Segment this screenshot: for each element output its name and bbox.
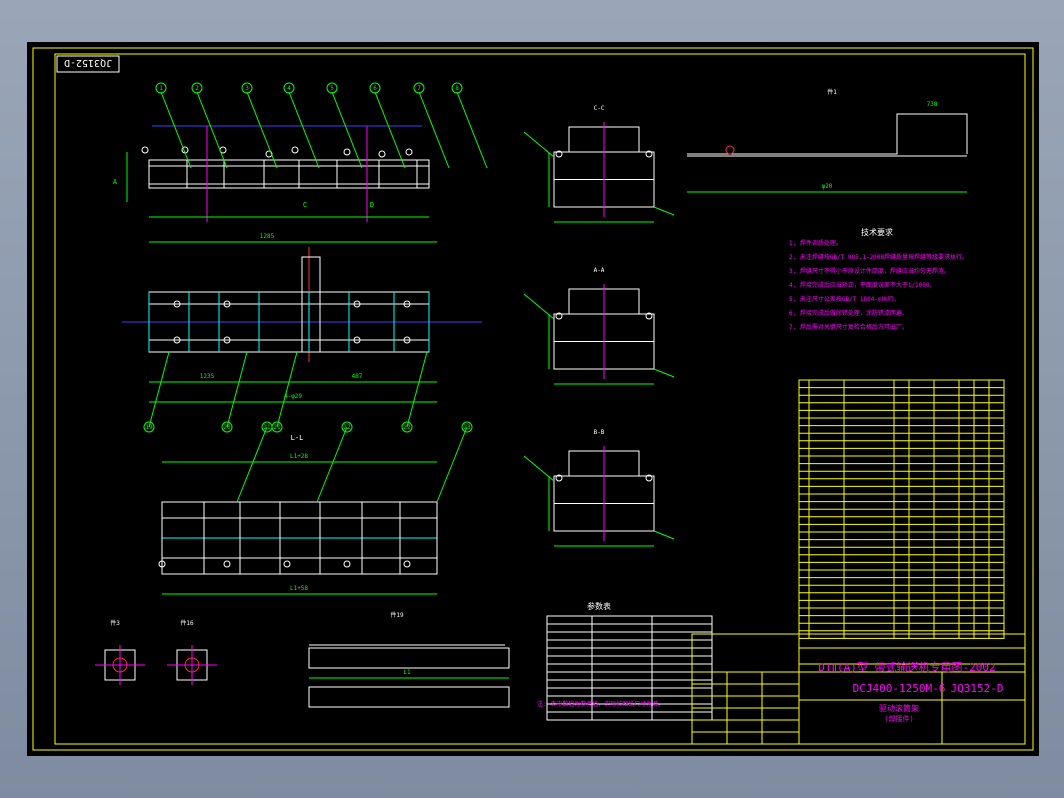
view-label: 件19 (390, 611, 404, 619)
part-number: 5 (330, 85, 334, 92)
part-number: 8 (455, 85, 459, 92)
code-stamp: JQ3152-D (64, 57, 112, 68)
dim-label: 738 (927, 101, 938, 108)
tech-req-block: 1. 焊件调质处理。 2. 未注焊缝按GB/T 985.1-2008焊缝质量按焊缝… (789, 239, 968, 331)
view-label: B-B (594, 429, 605, 436)
hole (725, 145, 735, 155)
dim-label: 1285 (260, 233, 275, 240)
part-sub: (焊接件) (884, 714, 913, 723)
leader-line (523, 131, 555, 158)
bar-detail (308, 647, 510, 669)
view-label: 件3 (110, 619, 120, 627)
leader-line (236, 426, 268, 503)
small-table-title: 参数表 (587, 601, 611, 611)
tech-req-line: 7. 焊后需对关键尺寸复检合格后方可出厂。 (789, 323, 908, 331)
bolt-symbol (378, 150, 386, 158)
leader-line (246, 91, 278, 169)
leader-line (148, 351, 170, 428)
part-number: 7 (417, 85, 421, 92)
part-number: 4 (287, 85, 291, 92)
view-label: 件16 (180, 619, 194, 627)
detail-outline (687, 113, 968, 155)
part-number: 22 (343, 424, 351, 431)
bolt-hole (403, 560, 411, 568)
dim-label: φ20 (822, 183, 833, 190)
leader-line (288, 91, 320, 169)
tech-req-line: 5. 未注尺寸公差按GB/T 1804-m执行。 (789, 295, 900, 303)
dim-label: L1 (403, 669, 411, 676)
bolt-symbol (405, 148, 413, 156)
outer-frame (32, 47, 1034, 751)
leader-line (653, 368, 675, 378)
section-mark: A (113, 178, 118, 186)
leader-line (523, 455, 555, 482)
part-number: 3 (245, 85, 249, 92)
leader-line (196, 91, 228, 169)
bolt-symbol (141, 146, 149, 154)
tech-req-line: 4. 焊接完成后应当矫正，平面度误差不大于1/1000。 (789, 281, 936, 289)
leader-line (316, 426, 348, 503)
leader-line (456, 91, 488, 169)
drawing-title-line: DTⅡ(A)型 带式输送机专用图-2002 (818, 660, 995, 674)
leader-line (406, 351, 428, 428)
part-number: 22 (403, 424, 411, 431)
part-name: 驱动滚筒架 (879, 703, 919, 713)
part-number: 6 (373, 85, 377, 92)
bolt-symbol (343, 148, 351, 156)
bar-detail-2 (308, 686, 510, 708)
leader-line (653, 530, 675, 540)
tech-req-line: 6. 焊接完成后做除锈处理，涂防锈漆两遍。 (789, 309, 908, 317)
dim-label: 1235 (200, 373, 215, 380)
view-label: 件1 (827, 88, 837, 96)
leader-line (523, 293, 555, 320)
section-mark: C (303, 201, 307, 209)
tech-req-title: 技术要求 (861, 227, 893, 237)
bolt-symbol (291, 146, 299, 154)
leader-line (653, 206, 675, 216)
part-number: 19 (145, 424, 153, 431)
leader-line (276, 351, 298, 428)
model-number: DCJ400-1250M-6 (853, 682, 946, 695)
part-number: 1 (159, 85, 163, 92)
view-label: A-A (594, 267, 605, 274)
engineering-drawing: JQ3152-D 1 2 3 4 5 6 7 8AC D12851235 4874-φ2919 20… (32, 47, 1034, 751)
drawing-code: JQ3152-D (951, 682, 1004, 695)
leader-line (418, 91, 450, 169)
inner-frame (54, 53, 1026, 745)
drawing-canvas[interactable]: JQ3152-D 1 2 3 4 5 6 7 8 A C D 1285 1235 487 4-φ29 19 20… (27, 42, 1039, 756)
cad-viewport: JQ3152-D 1 2 3 4 5 6 7 8 A C D 1285 1235 487 4-φ29 19 20… (0, 0, 1064, 798)
small-table-note: 注: 表中数值为参考值，实际按图纸尺寸为准。 (537, 700, 664, 708)
tech-req-line: 3. 焊缝尺寸不得小于原设计件厚度，焊缝应当均匀无焊渣。 (789, 267, 950, 275)
bolt-hole (283, 560, 291, 568)
section-mark: D (370, 201, 374, 209)
part-number: 20 (223, 424, 231, 431)
views-layer: 1 2 3 4 5 6 7 8AC D12851235 4874-φ2919 20 21 22L-LL1… (95, 82, 1026, 745)
dim-label: 487 (352, 373, 363, 380)
dim-label: 4-φ29 (284, 393, 302, 400)
tech-req-line: 2. 未注焊缝按GB/T 985.1-2008焊缝质量按焊缝等级要求执行。 (789, 253, 968, 261)
leader-line (436, 426, 468, 503)
bolt-hole (343, 560, 351, 568)
view-label: C-C (594, 105, 605, 112)
part-number: 21 (273, 424, 281, 431)
part-number: 2 (195, 85, 199, 92)
bolt-hole (223, 560, 231, 568)
dim-label: L1+28 (290, 453, 308, 460)
leader-line (226, 351, 248, 428)
leader-line (374, 91, 406, 169)
part-number: 23 (463, 424, 471, 431)
tech-req-line: 1. 焊件调质处理。 (789, 239, 842, 247)
part-number: 21 (263, 424, 271, 431)
dim-label: L1+58 (290, 585, 308, 592)
view-label: L-L (291, 434, 304, 442)
leader-line (331, 91, 363, 169)
leader-line (160, 91, 192, 169)
